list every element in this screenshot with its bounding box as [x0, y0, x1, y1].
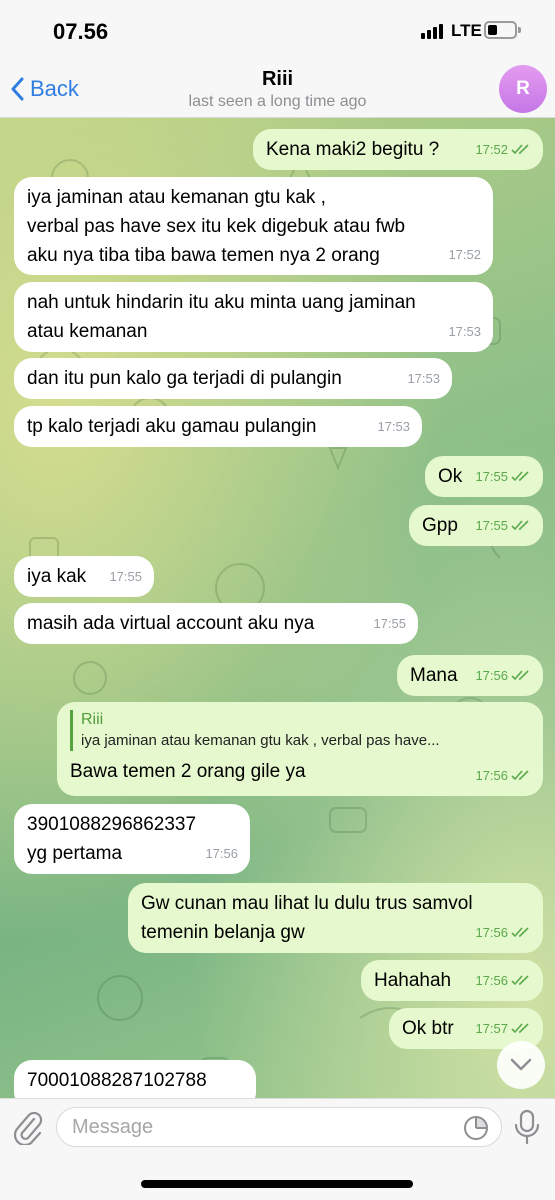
reply-author: Riii	[81, 711, 104, 728]
network-label: LTE	[451, 21, 482, 40]
scroll-to-bottom-button[interactable]	[497, 1041, 545, 1089]
message-text: nah untuk hindarin itu aku minta uang ja…	[27, 292, 416, 342]
double-check-icon	[511, 1023, 529, 1034]
double-check-icon	[511, 471, 529, 482]
message-incoming[interactable]: masih ada virtual account aku nya 17:55	[14, 603, 418, 644]
message-time: 17:55	[109, 569, 142, 584]
status-bar: 07.56 LTE	[0, 0, 555, 62]
message-outgoing-reply[interactable]: Riii iya jaminan atau kemanan gtu kak , …	[57, 702, 543, 796]
message-time: 17:53	[377, 419, 410, 434]
message-time: 17:57	[475, 1021, 508, 1036]
reply-text: iya jaminan atau kemanan gtu kak , verba…	[81, 732, 440, 749]
message-incoming[interactable]: 3901088296862337 yg pertama 17:56	[14, 804, 250, 874]
avatar[interactable]: R	[499, 65, 547, 113]
double-check-icon	[511, 975, 529, 986]
message-outgoing[interactable]: Mana 17:56	[397, 655, 543, 696]
message-text: dan itu pun kalo ga terjadi di pulangin	[27, 368, 342, 389]
message-time: 17:56	[205, 846, 238, 861]
message-text: iya jaminan atau kemanan gtu kak , verba…	[27, 187, 406, 266]
message-input-field[interactable]	[56, 1107, 502, 1147]
message-incoming[interactable]: iya jaminan atau kemanan gtu kak , verba…	[14, 177, 493, 275]
double-check-icon	[511, 927, 529, 938]
message-time: 17:56	[475, 668, 508, 683]
message-text: Gw cunan mau lihat lu dulu trus samvol t…	[141, 893, 473, 943]
message-time: 17:52	[475, 142, 508, 157]
voice-record-button[interactable]	[512, 1109, 542, 1145]
double-check-icon	[511, 670, 529, 681]
message-time: 17:52	[448, 247, 481, 262]
status-time: 07.56	[53, 19, 109, 44]
last-seen-status: last seen a long time ago	[188, 93, 367, 110]
chat-header: Back Riii last seen a long time ago R	[0, 62, 555, 118]
message-outgoing[interactable]: Ok 17:55	[425, 456, 543, 497]
message-time: 17:55	[373, 616, 406, 631]
message-outgoing[interactable]: Kena maki2 begitu ? 17:52	[253, 129, 543, 170]
message-text: 70001088287102788	[27, 1070, 207, 1091]
message-text: masih ada virtual account aku nya	[27, 613, 315, 634]
message-time: 17:55	[475, 518, 508, 533]
attach-button[interactable]	[12, 1109, 44, 1147]
double-check-icon	[511, 520, 529, 531]
sticker-button[interactable]	[463, 1115, 489, 1146]
message-incoming[interactable]: nah untuk hindarin itu aku minta uang ja…	[14, 282, 493, 352]
message-time: 17:55	[475, 469, 508, 484]
message-incoming[interactable]: dan itu pun kalo ga terjadi di pulangin …	[14, 358, 452, 399]
sticker-icon	[464, 1116, 488, 1140]
double-check-icon	[511, 144, 529, 155]
message-text: tp kalo terjadi aku gamau pulangin	[27, 416, 317, 437]
message-list[interactable]: Kena maki2 begitu ? 17:52 iya jaminan at…	[0, 118, 555, 1098]
message-time: 17:56	[475, 973, 508, 988]
paperclip-icon	[13, 1111, 43, 1147]
message-outgoing[interactable]: Gpp 17:55	[409, 505, 543, 546]
reply-quote[interactable]: Riii iya jaminan atau kemanan gtu kak , …	[70, 710, 531, 751]
signal-icon	[421, 23, 443, 39]
message-incoming[interactable]: iya kak 17:55	[14, 556, 154, 597]
message-time: 17:53	[448, 324, 481, 339]
message-outgoing[interactable]: Gw cunan mau lihat lu dulu trus samvol t…	[128, 883, 543, 953]
double-check-icon	[511, 770, 529, 781]
home-indicator	[141, 1180, 413, 1188]
message-incoming[interactable]: 70001088287102788	[14, 1060, 256, 1098]
chevron-down-icon	[510, 1058, 532, 1071]
message-incoming[interactable]: tp kalo terjadi aku gamau pulangin 17:53	[14, 406, 422, 447]
message-text: Bawa temen 2 orang gile ya	[70, 761, 306, 782]
message-time: 17:56	[475, 925, 508, 940]
chat-title[interactable]: Riii	[0, 68, 555, 91]
microphone-icon	[514, 1109, 540, 1145]
battery-icon	[484, 21, 521, 39]
message-outgoing[interactable]: Hahahah 17:56	[361, 960, 543, 1001]
message-time: 17:53	[407, 371, 440, 386]
message-time: 17:56	[475, 768, 508, 783]
message-input[interactable]	[57, 1108, 437, 1146]
